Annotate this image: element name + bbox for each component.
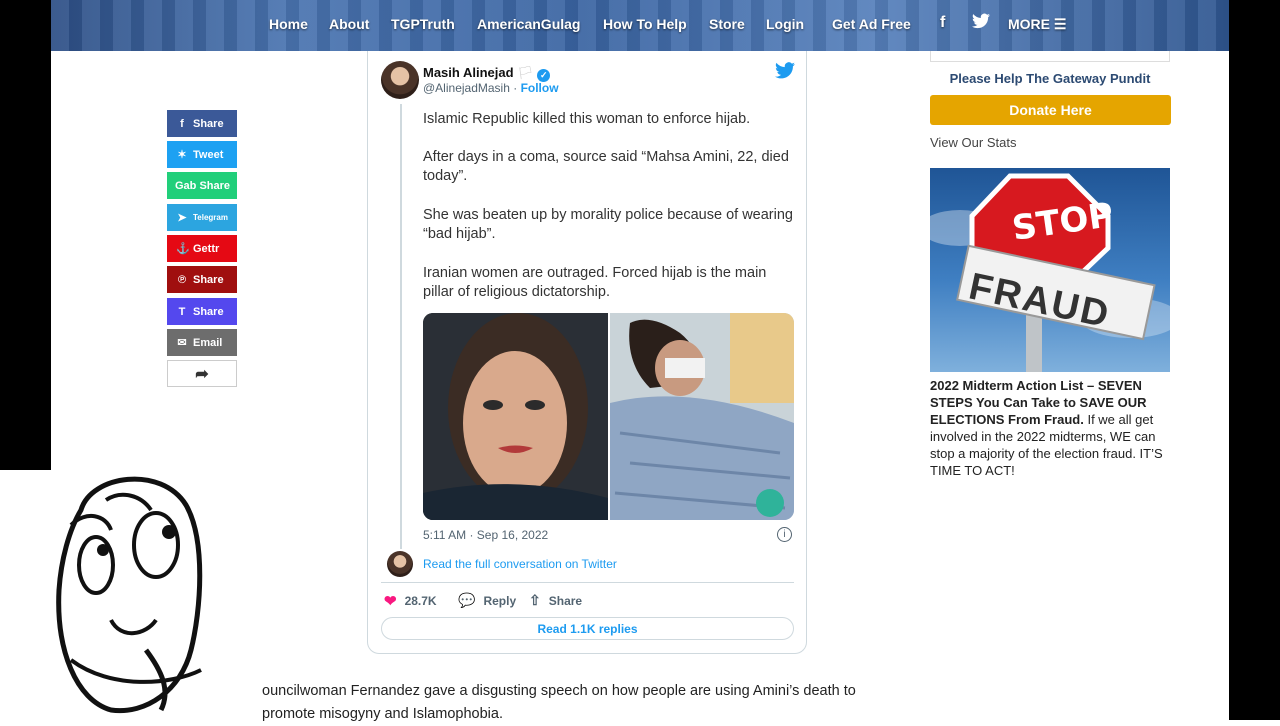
share-label: Share bbox=[193, 117, 224, 130]
nav-home[interactable]: Home bbox=[269, 16, 308, 32]
telegram-share-button[interactable]: ➤ Telegram bbox=[167, 204, 237, 231]
tweet-photo-hospital[interactable] bbox=[610, 313, 794, 520]
like-count: 28.7K bbox=[404, 594, 437, 608]
email-share-button[interactable]: ✉ Email bbox=[167, 329, 237, 356]
truth-icon: T bbox=[178, 305, 186, 318]
donate-button[interactable]: Donate Here bbox=[930, 95, 1171, 125]
nav-login[interactable]: Login bbox=[766, 16, 804, 32]
follow-link[interactable]: Follow bbox=[521, 81, 559, 95]
reply-label: Reply bbox=[483, 593, 517, 608]
donate-label: Donate Here bbox=[1009, 102, 1092, 118]
hamburger-icon: ☰ bbox=[1053, 16, 1067, 32]
email-icon: ✉ bbox=[177, 337, 187, 349]
more-label: MORE bbox=[1008, 16, 1050, 32]
divider bbox=[381, 582, 794, 583]
nav-how-to-help[interactable]: How To Help bbox=[603, 16, 687, 32]
tweet-paragraph-3: She was beaten up by morality police bec… bbox=[423, 207, 793, 242]
tweet-photo-portrait[interactable] bbox=[423, 313, 608, 520]
more-share-button[interactable]: ➦ bbox=[167, 360, 237, 387]
reply-action[interactable]: 💬 Reply bbox=[458, 592, 516, 609]
facebook-icon: f bbox=[180, 117, 184, 130]
nav-store[interactable]: Store bbox=[709, 16, 745, 32]
stop-fraud-sign-illustration bbox=[930, 173, 1170, 372]
twitter-icon: ✶ bbox=[177, 149, 187, 161]
reply-avatar bbox=[387, 551, 413, 577]
letterbox-left bbox=[0, 0, 51, 470]
read-conversation-link[interactable]: Read the full conversation on Twitter bbox=[423, 557, 617, 571]
author-handle[interactable]: @AlinejadMasih bbox=[423, 81, 510, 95]
parler-share-button[interactable]: ℗ Share bbox=[167, 266, 237, 293]
read-replies-button[interactable]: Read 1.1K replies bbox=[381, 617, 794, 640]
top-navigation-bar: Home About TGPTruth AmericanGulag How To… bbox=[51, 0, 1229, 51]
tweet-paragraph-1: Islamic Republic killed this woman to en… bbox=[423, 111, 751, 127]
nav-get-ad-free[interactable]: Get Ad Free bbox=[832, 16, 911, 32]
share-label: Gab Share bbox=[175, 179, 231, 192]
share-label: Share bbox=[193, 273, 224, 286]
share-label: Tweet bbox=[193, 148, 224, 161]
sidebar-widget-box bbox=[930, 51, 1170, 62]
article-line-2: promote misogyny and Islamophobia. bbox=[262, 706, 503, 722]
gettr-icon: ⚓ bbox=[176, 243, 190, 255]
stop-fraud-ad-image[interactable]: STOP FRAUD bbox=[930, 168, 1170, 372]
gab-share-button[interactable]: Gab Share bbox=[167, 172, 237, 199]
author-avatar[interactable] bbox=[381, 61, 419, 99]
read-replies-label: Read 1.1K replies bbox=[537, 621, 638, 636]
twitter-icon[interactable] bbox=[972, 13, 990, 32]
telegram-icon: ➤ bbox=[177, 212, 187, 224]
tweet-timestamp[interactable]: 5:11 AM · Sep 16, 2022 bbox=[423, 528, 548, 542]
letterbox-right bbox=[1229, 0, 1280, 720]
heart-icon: ❤ bbox=[384, 593, 397, 610]
share-label: Gettr bbox=[193, 242, 220, 255]
author-name-text: Masih Alinejad bbox=[423, 65, 514, 80]
facebook-share-button[interactable]: f Share bbox=[167, 110, 237, 137]
twitter-share-button[interactable]: ✶ Tweet bbox=[167, 141, 237, 168]
nav-americangulag[interactable]: AmericanGulag bbox=[477, 16, 580, 32]
portrait-illustration bbox=[423, 313, 608, 520]
hospital-illustration bbox=[610, 313, 794, 520]
share-action[interactable]: ⇧ Share bbox=[529, 592, 582, 609]
tweet-author-name[interactable]: Masih Alinejad 🏳 ✓ bbox=[423, 65, 551, 82]
nav-about[interactable]: About bbox=[329, 16, 369, 32]
truth-share-button[interactable]: T Share bbox=[167, 298, 237, 325]
nav-more[interactable]: MORE ☰ bbox=[1008, 16, 1066, 33]
article-line-1: ouncilwoman Fernandez gave a disgusting … bbox=[262, 683, 856, 699]
like-action[interactable]: ❤ 28.7K bbox=[384, 592, 437, 610]
gettr-share-button[interactable]: ⚓ Gettr bbox=[167, 235, 237, 262]
thread-line bbox=[400, 104, 402, 549]
meme-face-drawing bbox=[56, 476, 203, 714]
ad-caption: 2022 Midterm Action List – SEVEN STEPS Y… bbox=[930, 377, 1176, 479]
share-label: Share bbox=[193, 305, 224, 318]
twitter-logo-icon[interactable] bbox=[775, 62, 795, 79]
parler-icon: ℗ bbox=[177, 273, 187, 286]
tweet-paragraph-2: After days in a coma, source said “Mahsa… bbox=[423, 149, 789, 184]
share-label: Share bbox=[548, 593, 583, 608]
help-text: Please Help The Gateway Pundit bbox=[949, 71, 1151, 86]
share-label: Email bbox=[193, 336, 223, 349]
share-upload-icon: ⇧ bbox=[529, 592, 541, 608]
nav-tgptruth[interactable]: TGPTruth bbox=[391, 16, 455, 32]
share-label: Telegram bbox=[193, 213, 228, 222]
forward-arrow-icon: ➦ bbox=[195, 365, 209, 383]
info-icon[interactable]: i bbox=[777, 527, 792, 542]
tweet-paragraph-4: Iranian women are outraged. Forced hijab… bbox=[423, 265, 767, 300]
reply-bubble-icon: 💬 bbox=[458, 592, 476, 608]
tweet-author-handle-row: @AlinejadMasih · Follow bbox=[423, 81, 559, 95]
view-stats-link[interactable]: View Our Stats bbox=[930, 135, 1016, 150]
white-flag-icon: 🏳 bbox=[517, 65, 534, 80]
facebook-icon[interactable]: f bbox=[940, 14, 945, 32]
